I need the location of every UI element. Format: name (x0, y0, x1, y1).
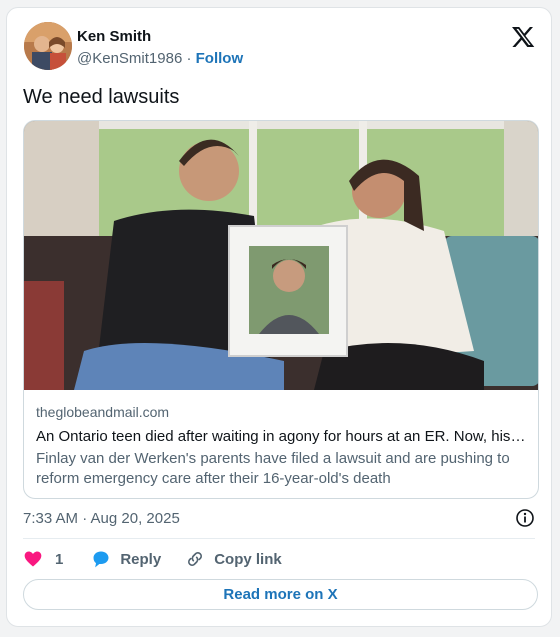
author-handle-line: @KenSmit1986 · Follow (77, 50, 243, 67)
heart-icon (24, 551, 42, 567)
link-preview-card[interactable]: theglobeandmail.com An Ontario teen died… (23, 120, 539, 499)
tweet-timestamp[interactable]: 7:33 AM · Aug 20, 2025 (23, 510, 180, 527)
tweet-text: We need lawsuits (23, 86, 180, 108)
avatar[interactable] (24, 22, 72, 70)
link-domain: theglobeandmail.com (36, 404, 170, 420)
link-description: Finlay van der Werken's parents have fil… (36, 450, 510, 487)
reply-label: Reply (120, 550, 162, 568)
divider (23, 538, 535, 539)
action-bar: 1 Reply Copy link (23, 548, 282, 570)
like-button[interactable]: 1 (23, 549, 63, 569)
x-logo-icon[interactable] (511, 25, 535, 49)
author-handle[interactable]: @KenSmit1986 (77, 50, 182, 67)
article-photo (24, 121, 538, 390)
speech-bubble-icon (93, 551, 109, 568)
info-icon[interactable] (515, 508, 535, 528)
copy-link-button[interactable]: Copy link (185, 549, 282, 569)
author-name[interactable]: Ken Smith (77, 28, 151, 45)
follow-button[interactable]: Follow (196, 50, 244, 67)
link-icon (188, 552, 203, 566)
link-headline: An Ontario teen died after waiting in ag… (36, 428, 528, 445)
tweet-card: Ken Smith @KenSmit1986 · Follow We need … (6, 7, 552, 627)
like-count: 1 (55, 550, 64, 568)
copy-link-label: Copy link (214, 550, 282, 568)
reply-button[interactable]: Reply (91, 549, 161, 569)
read-more-button[interactable]: Read more on X (23, 579, 538, 610)
separator-dot: · (186, 50, 192, 67)
